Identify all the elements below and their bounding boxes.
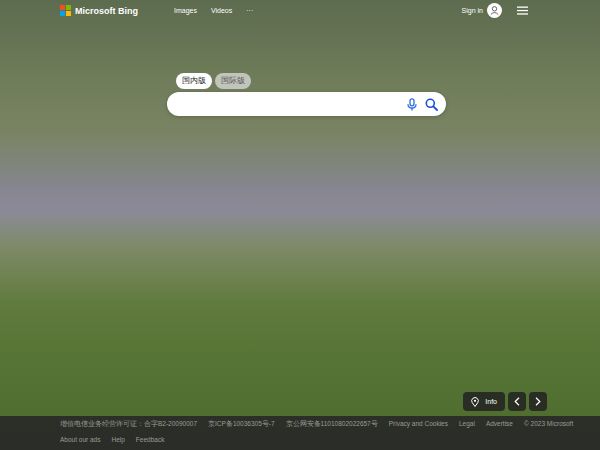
search-box[interactable] bbox=[167, 92, 446, 116]
brand-name: Microsoft Bing bbox=[75, 6, 138, 16]
nav-link[interactable]: Images bbox=[174, 7, 197, 14]
image-controls: Info bbox=[0, 392, 600, 411]
chevron-right-icon bbox=[535, 397, 541, 406]
footer-link[interactable]: Privacy and Cookies bbox=[389, 420, 448, 429]
footer-link[interactable]: Feedback bbox=[136, 436, 165, 443]
footer-link[interactable]: Advertise bbox=[486, 420, 513, 429]
footer: 增值电信业务经营许可证：合字B2-20090007 京ICP备10036305号-… bbox=[0, 416, 600, 450]
microphone-icon[interactable] bbox=[407, 98, 417, 111]
bing-home-page: Microsoft Bing Images Videos ··· Sign in 国… bbox=[0, 0, 600, 450]
search-icon[interactable] bbox=[425, 98, 438, 111]
location-pin-icon bbox=[471, 397, 479, 407]
footer-link[interactable]: Help bbox=[111, 436, 124, 443]
image-info-button[interactable]: Info bbox=[463, 392, 505, 411]
hamburger-menu-icon[interactable] bbox=[517, 6, 528, 15]
previous-image-button[interactable] bbox=[508, 392, 526, 411]
scope-tab[interactable]: 国内版 bbox=[176, 73, 212, 89]
search-area: 国内版国际版 bbox=[167, 73, 446, 116]
sign-in-link[interactable]: Sign in bbox=[462, 7, 483, 14]
microsoft-logo-icon bbox=[60, 5, 71, 16]
footer-link[interactable]: About our ads bbox=[60, 436, 100, 443]
top-bar: Microsoft Bing Images Videos ··· Sign in bbox=[0, 0, 600, 21]
search-scope-tabs: 国内版国际版 bbox=[167, 73, 446, 89]
brand-logo[interactable]: Microsoft Bing bbox=[60, 5, 138, 16]
footer-link[interactable]: 京ICP备10036305号-7 bbox=[208, 420, 275, 429]
footer-link[interactable]: © 2023 Microsoft bbox=[524, 420, 573, 429]
footer-row: 增值电信业务经营许可证：合字B2-20090007 京ICP备10036305号-… bbox=[60, 420, 540, 429]
nav-link[interactable]: ··· bbox=[246, 7, 253, 14]
footer-link[interactable]: 增值电信业务经营许可证：合字B2-20090007 bbox=[60, 420, 197, 429]
scope-tab[interactable]: 国际版 bbox=[215, 73, 251, 89]
footer-link[interactable]: Legal bbox=[459, 420, 475, 429]
nav-link[interactable]: Videos bbox=[211, 7, 232, 14]
chevron-left-icon bbox=[514, 397, 520, 406]
info-label: Info bbox=[485, 398, 497, 405]
footer-row: About our ads Help Feedback bbox=[60, 436, 540, 443]
top-nav: Images Videos ··· bbox=[174, 7, 253, 14]
search-input[interactable] bbox=[179, 96, 399, 112]
user-avatar-icon[interactable] bbox=[487, 3, 502, 18]
footer-link[interactable]: 京公网安备11010802022657号 bbox=[286, 420, 378, 429]
next-image-button[interactable] bbox=[529, 392, 547, 411]
